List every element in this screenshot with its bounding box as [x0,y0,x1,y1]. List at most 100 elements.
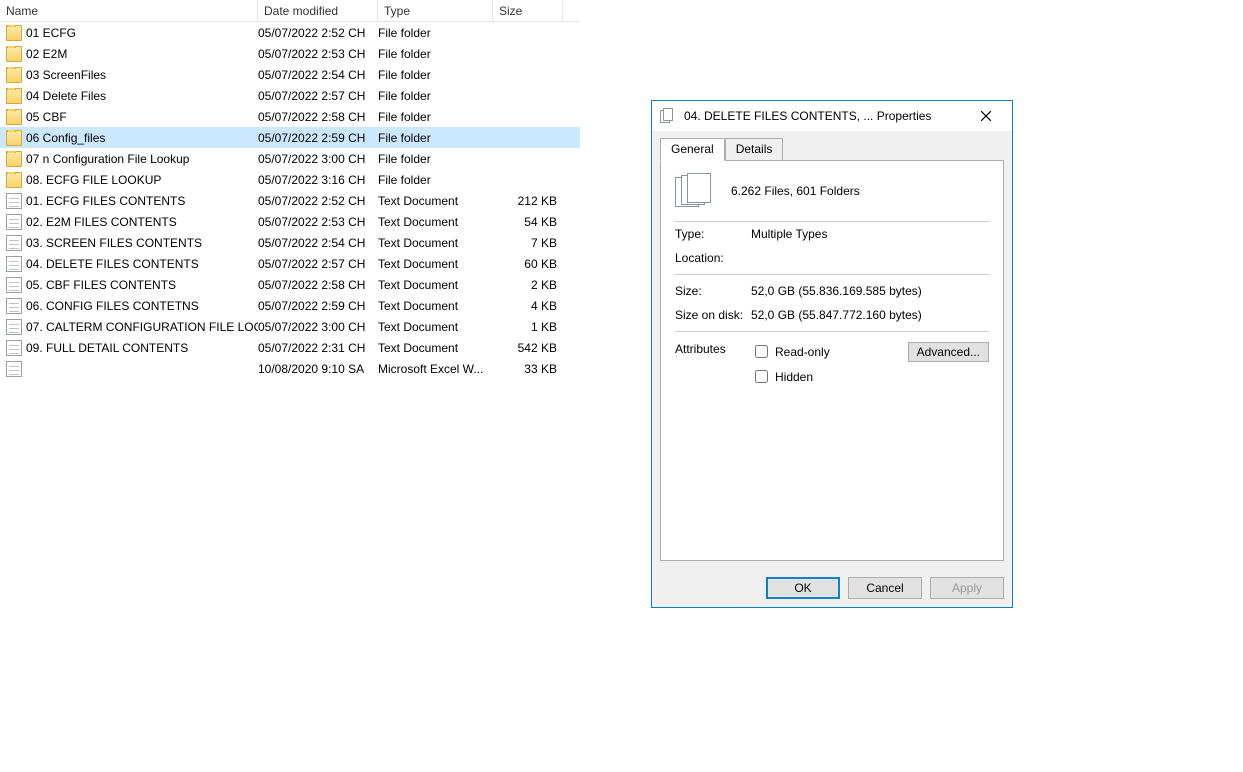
file-list: Name Date modified Type Size 01 ECFG05/0… [0,0,580,379]
folder-icon [6,151,22,167]
file-name: 04. DELETE FILES CONTENTS [26,257,199,271]
readonly-checkbox[interactable]: Read-only [751,342,830,361]
hidden-checkbox[interactable]: Hidden [751,367,830,386]
column-header-name[interactable]: Name [0,0,258,21]
value-type: Multiple Types [751,227,989,241]
file-row[interactable]: 06 Config_files 05/07/2022 2:59 CHFile fo… [0,127,580,148]
file-date: 05/07/2022 2:31 CH [258,341,378,355]
file-row[interactable]: 03 ScreenFiles05/07/2022 2:54 CHFile fol… [0,64,580,85]
apply-button[interactable]: Apply [930,577,1004,599]
file-type: Text Document [378,257,493,271]
file-row[interactable]: 06. CONFIG FILES CONTETNS05/07/2022 2:59… [0,295,580,316]
file-type: Text Document [378,299,493,313]
readonly-checkbox-input[interactable] [755,345,768,358]
file-icon [6,319,22,335]
file-row[interactable]: 02 E2M05/07/2022 2:53 CHFile folder [0,43,580,64]
label-attributes: Attributes [675,342,751,392]
file-type: Text Document [378,194,493,208]
ok-button[interactable]: OK [766,577,840,599]
file-type: File folder [378,173,493,187]
label-location: Location: [675,251,751,265]
file-type: File folder [378,110,493,124]
file-name: 05. CBF FILES CONTENTS [26,278,176,292]
multi-file-icon [675,173,717,209]
file-type: File folder [378,26,493,40]
file-type: Microsoft Excel W... [378,362,493,376]
file-type: File folder [378,89,493,103]
file-row[interactable]: 04 Delete Files05/07/2022 2:57 CHFile fo… [0,85,580,106]
general-panel: 6.262 Files, 601 Folders Type: Multiple … [660,160,1004,561]
summary-count: 6.262 Files, 601 Folders [731,184,860,198]
file-date: 05/07/2022 2:52 CH [258,194,378,208]
folder-icon [6,172,22,188]
file-icon [6,298,22,314]
properties-dialog: 04. DELETE FILES CONTENTS, ... Propertie… [651,100,1013,608]
file-type: File folder [378,47,493,61]
file-name: 03 ScreenFiles [26,68,106,82]
file-type: Text Document [378,278,493,292]
hidden-label: Hidden [775,370,813,384]
file-date: 05/07/2022 2:58 CH [258,110,378,124]
file-type: Text Document [378,215,493,229]
file-type: File folder [378,131,493,145]
file-type: Text Document [378,236,493,250]
tab-details[interactable]: Details [725,138,784,161]
value-size: 52,0 GB (55.836.169.585 bytes) [751,284,989,298]
file-row[interactable]: 07 n Configuration File Lookup05/07/2022… [0,148,580,169]
file-size: 4 KB [493,299,563,313]
file-row[interactable]: 03. SCREEN FILES CONTENTS05/07/2022 2:54… [0,232,580,253]
file-name: 08. ECFG FILE LOOKUP [26,173,161,187]
file-icon [6,361,22,377]
file-size: 212 KB [493,194,563,208]
file-name: 02 E2M [26,47,67,61]
column-header-size[interactable]: Size [493,0,563,21]
file-row[interactable]: 01. ECFG FILES CONTENTS05/07/2022 2:52 C… [0,190,580,211]
file-row[interactable]: 04. DELETE FILES CONTENTS05/07/2022 2:57… [0,253,580,274]
file-date: 05/07/2022 2:52 CH [258,26,378,40]
folder-icon [6,67,22,83]
file-name: 06. CONFIG FILES CONTETNS [26,299,199,313]
file-size: 33 KB [493,362,563,376]
file-icon [6,256,22,272]
dialog-button-row: OK Cancel Apply [652,569,1012,607]
file-name: 09. FULL DETAIL CONTENTS [26,341,188,355]
file-rows: 01 ECFG05/07/2022 2:52 CHFile folder02 E… [0,22,580,379]
file-row[interactable]: 08. ECFG FILE LOOKUP 05/07/2022 3:16 CHFi… [0,169,580,190]
hidden-checkbox-input[interactable] [755,370,768,383]
file-row[interactable]: 07. CALTERM CONFIGURATION FILE LOO...05/… [0,316,580,337]
column-header-type[interactable]: Type [378,0,493,21]
tab-general[interactable]: General [660,138,725,161]
file-icon [6,214,22,230]
file-row[interactable]: 10/08/2020 9:10 SAMicrosoft Excel W...33… [0,358,580,379]
cancel-button[interactable]: Cancel [848,577,922,599]
file-name: 04 Delete Files [26,89,106,103]
file-date: 05/07/2022 2:59 CH [258,131,378,145]
file-date: 05/07/2022 3:16 CH [258,173,378,187]
file-row[interactable]: 05 CBF 05/07/2022 2:58 CHFile folder [0,106,580,127]
file-type: Text Document [378,320,493,334]
file-row[interactable]: 01 ECFG05/07/2022 2:52 CHFile folder [0,22,580,43]
file-name: 06 Config_files [26,131,105,145]
file-date: 05/07/2022 2:53 CH [258,215,378,229]
file-icon [6,277,22,293]
dialog-titlebar[interactable]: 04. DELETE FILES CONTENTS, ... Propertie… [652,101,1012,131]
file-size: 542 KB [493,341,563,355]
file-row[interactable]: 09. FULL DETAIL CONTENTS 05/07/2022 2:31 … [0,337,580,358]
advanced-button[interactable]: Advanced... [908,342,989,362]
file-row[interactable]: 05. CBF FILES CONTENTS05/07/2022 2:58 CH… [0,274,580,295]
column-header-date[interactable]: Date modified [258,0,378,21]
file-name: 05 CBF [26,110,67,124]
file-icon [6,235,22,251]
file-row[interactable]: 02. E2M FILES CONTENTS 05/07/2022 2:53 CH… [0,211,580,232]
folder-icon [6,46,22,62]
file-type: Text Document [378,341,493,355]
readonly-label: Read-only [775,345,830,359]
file-size: 7 KB [493,236,563,250]
close-button[interactable] [968,104,1004,128]
file-size: 60 KB [493,257,563,271]
column-header-row: Name Date modified Type Size [0,0,580,22]
file-name: 03. SCREEN FILES CONTENTS [26,236,202,250]
value-sizeondisk: 52,0 GB (55.847.772.160 bytes) [751,308,989,322]
label-size: Size: [675,284,751,298]
file-name: 02. E2M FILES CONTENTS [26,215,177,229]
